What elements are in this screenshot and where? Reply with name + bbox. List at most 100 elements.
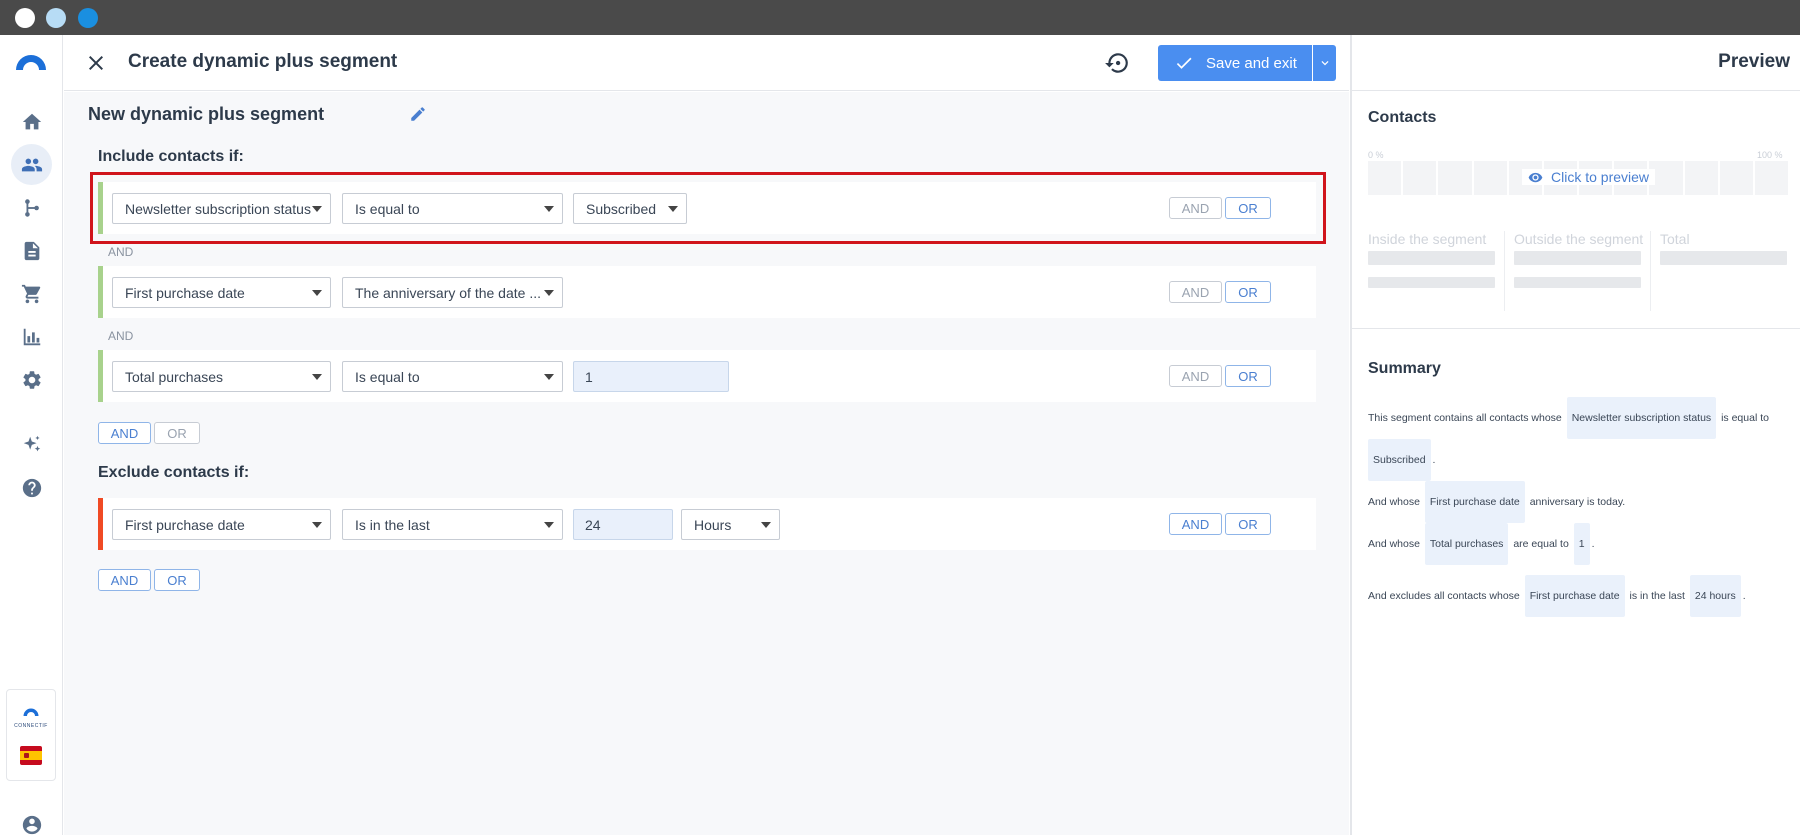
include-bar: [98, 350, 103, 402]
include-add-or-button[interactable]: OR: [154, 422, 200, 444]
field-value: First purchase date: [125, 516, 245, 533]
app-logo-icon[interactable]: [14, 52, 48, 72]
rule-and-button[interactable]: AND: [1169, 513, 1222, 535]
chevron-down-icon: [1321, 61, 1328, 66]
account-card[interactable]: CONNECTIF: [6, 689, 56, 781]
summary-chip: Total purchases: [1424, 523, 1509, 565]
summary-sentence-2: And whose First purchase date anniversar…: [1368, 481, 1788, 523]
rule-or-button[interactable]: OR: [1225, 513, 1271, 535]
nav-home[interactable]: [11, 101, 52, 142]
spain-flag-icon[interactable]: [20, 746, 42, 765]
nav-contacts[interactable]: [11, 144, 52, 185]
exclude-add-and-button[interactable]: AND: [98, 569, 151, 591]
save-and-exit-button[interactable]: Save and exit: [1158, 45, 1312, 81]
contacts-icon: [21, 158, 42, 171]
nav-ai[interactable]: [11, 424, 52, 465]
pencil-icon[interactable]: [409, 105, 427, 123]
include-add-and-button[interactable]: AND: [98, 422, 151, 444]
help-icon: [22, 478, 41, 497]
include-rule-3: Total purchases Is equal to AND OR: [98, 350, 1316, 402]
caret-down-icon: [761, 522, 771, 528]
summary-text-part: are equal to: [1513, 538, 1569, 550]
pct-max-label: 100 %: [1757, 150, 1783, 160]
exclude-add-or-button[interactable]: OR: [154, 569, 200, 591]
field-select[interactable]: First purchase date: [112, 277, 331, 308]
nav-help[interactable]: [11, 467, 52, 508]
summary-text-part: is equal to: [1721, 412, 1769, 424]
brand-mini-text: CONNECTIF: [14, 723, 48, 729]
operator-select[interactable]: The anniversary of the date ...: [342, 277, 563, 308]
rule-and-button[interactable]: AND: [1169, 365, 1222, 387]
preview-panel: Preview Contacts 0 % 100 % Click to prev…: [1350, 35, 1800, 835]
operator-select[interactable]: Is in the last: [342, 509, 563, 540]
window-close-dot[interactable]: [15, 8, 35, 28]
caret-down-icon: [312, 290, 322, 296]
operator-select[interactable]: Is equal to: [342, 361, 563, 392]
sparkle-icon: [23, 435, 40, 451]
brand-arc-icon: [23, 708, 39, 716]
summary-text-part: And excludes all contacts whose: [1368, 590, 1520, 602]
summary-chip: First purchase date: [1424, 481, 1525, 523]
outside-skeleton: [1514, 277, 1641, 288]
nav-store[interactable]: [11, 273, 52, 314]
value-input[interactable]: [573, 361, 729, 392]
summary-text-part: is in the last: [1629, 590, 1685, 602]
save-options-dropdown[interactable]: [1313, 45, 1336, 81]
caret-down-icon: [312, 522, 322, 528]
nav-workflows[interactable]: [11, 187, 52, 228]
nav-settings[interactable]: [11, 359, 52, 400]
caret-down-icon: [544, 374, 554, 380]
include-bar: [98, 266, 103, 318]
rule-or-button[interactable]: OR: [1225, 365, 1271, 387]
field-value: First purchase date: [125, 284, 245, 301]
preview-title: Preview: [1718, 51, 1790, 72]
window-maximize-dot[interactable]: [78, 8, 98, 28]
cart-icon: [21, 284, 40, 303]
unit-value: Hours: [694, 516, 732, 533]
workflow-icon: [24, 198, 39, 217]
home-icon: [22, 113, 41, 129]
summary-sentence-4: And excludes all contacts whose First pu…: [1368, 575, 1788, 617]
inside-skeleton: [1368, 277, 1495, 288]
summary-text-part: And whose: [1368, 538, 1420, 550]
summary-sentence-1: This segment contains all contacts whose…: [1368, 397, 1788, 481]
outside-skeleton: [1514, 251, 1641, 265]
summary-text-part: .: [1432, 454, 1436, 466]
gear-icon: [22, 370, 41, 389]
operator-value: Is equal to: [355, 368, 420, 385]
unit-select[interactable]: Hours: [681, 509, 780, 540]
window-minimize-dot[interactable]: [46, 8, 66, 28]
nav-reports[interactable]: [11, 316, 52, 357]
brand-logo: CONNECTIF: [13, 704, 49, 730]
rule-and-button[interactable]: AND: [1169, 281, 1222, 303]
summary-title: Summary: [1368, 360, 1441, 377]
summary-text-part: .: [1742, 590, 1746, 602]
save-button-label: Save and exit: [1206, 54, 1297, 72]
close-icon[interactable]: [84, 51, 108, 75]
inside-label: Inside the segment: [1368, 231, 1487, 247]
click-to-preview-label: Click to preview: [1551, 169, 1650, 185]
check-icon: [1176, 57, 1192, 69]
summary-text-part: anniversary is today.: [1529, 496, 1626, 508]
field-value: Total purchases: [125, 368, 224, 385]
nav-content[interactable]: [11, 230, 52, 271]
summary-chip: Subscribed: [1368, 439, 1431, 481]
summary-chip: First purchase date: [1524, 575, 1625, 617]
history-icon[interactable]: [1104, 50, 1130, 76]
nav-user-profile[interactable]: [11, 804, 52, 835]
exclude-rule-1: First purchase date Is in the last Hours…: [98, 498, 1316, 550]
click-to-preview-button[interactable]: Click to preview: [1522, 169, 1656, 185]
summary-chip: 24 hours: [1689, 575, 1741, 617]
caret-down-icon: [312, 374, 322, 380]
rule-or-button[interactable]: OR: [1225, 281, 1271, 303]
value-input[interactable]: [573, 509, 673, 540]
summary-chip: 1: [1573, 523, 1590, 565]
field-select[interactable]: Total purchases: [112, 361, 331, 392]
field-select[interactable]: First purchase date: [112, 509, 331, 540]
summary-chip: Newsletter subscription status: [1566, 397, 1717, 439]
highlight-annotation: [90, 172, 1326, 244]
summary-text-part: This segment contains all contacts whose: [1368, 412, 1562, 424]
summary-text-part: .: [1591, 538, 1595, 550]
preview-divider: [1352, 328, 1800, 329]
total-skeleton: [1660, 251, 1787, 265]
